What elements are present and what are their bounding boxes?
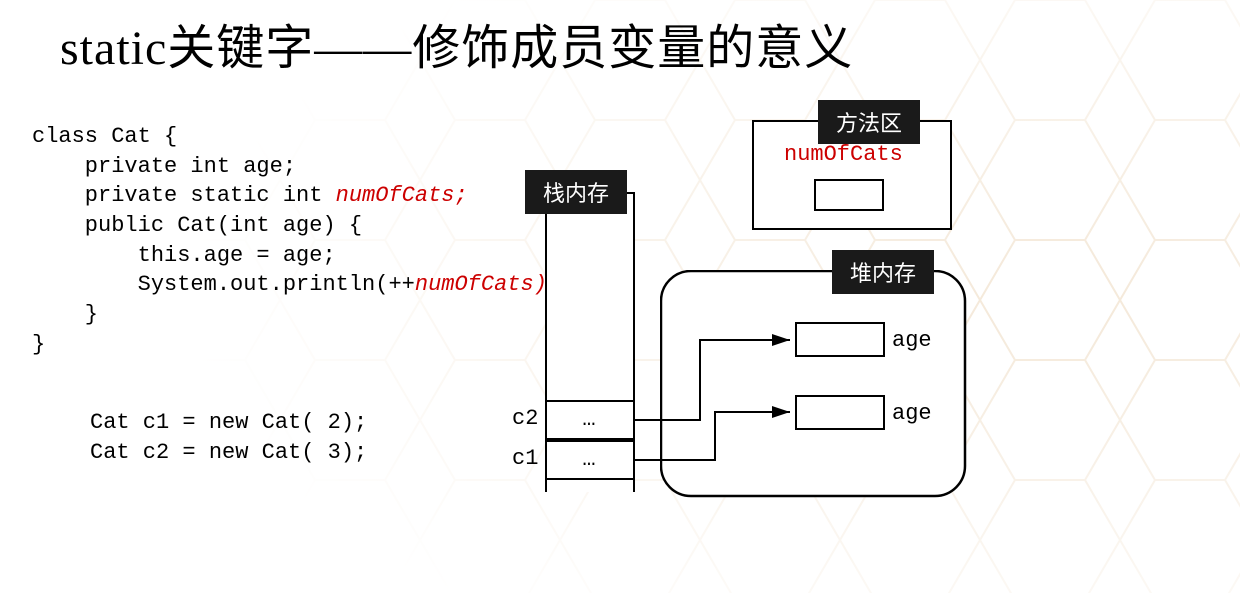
arrows [500, 100, 1060, 530]
code-line: } [32, 302, 98, 327]
page-title: static关键字——修饰成员变量的意义 [60, 8, 853, 78]
code-block-top: class Cat { private int age; private sta… [32, 122, 560, 360]
code-line: public Cat(int age) { [32, 213, 362, 238]
memory-diagram: 方法区 numOfCats 栈内存 … c2 … c1 堆内存 age age [500, 100, 1060, 530]
code-block-bottom: Cat c1 = new Cat( 2); Cat c2 = new Cat( … [90, 408, 367, 467]
code-line: Cat c1 = new Cat( 2); [90, 410, 367, 435]
heap-label: 堆内存 [832, 250, 934, 294]
code-line: class Cat { [32, 124, 177, 149]
code-line: System.out.println(++numOfCats); [32, 272, 560, 297]
code-line: } [32, 332, 45, 357]
code-line: private static int numOfCats; [32, 183, 468, 208]
code-line: private int age; [32, 154, 296, 179]
method-area-label: 方法区 [818, 100, 920, 144]
code-line: Cat c2 = new Cat( 3); [90, 440, 367, 465]
stack-label: 栈内存 [525, 170, 627, 214]
code-line: this.age = age; [32, 243, 336, 268]
